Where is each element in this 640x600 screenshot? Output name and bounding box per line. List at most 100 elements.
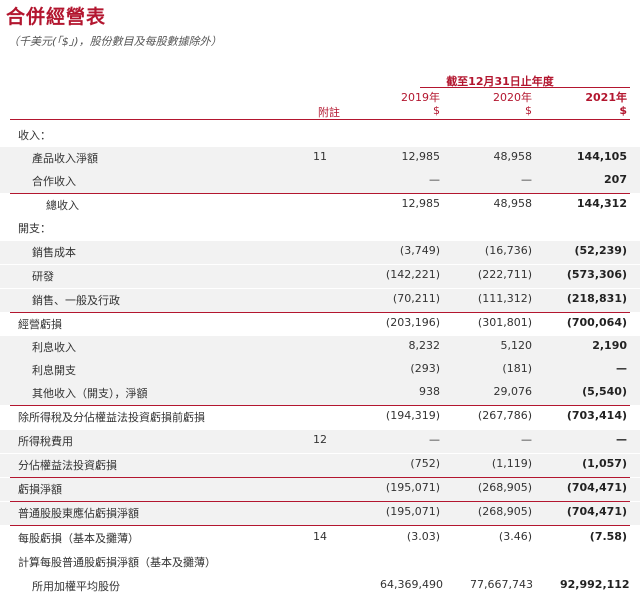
value-2019: (752) [410,457,440,470]
value-2019: 8,232 [408,339,441,352]
table-row: 利息收入 8,232 5,120 2,190 [0,336,640,359]
value-2020: (222,711) [477,268,532,281]
value-2020: (181) [502,362,532,375]
table-row: 計算每股普通股虧損淨額（基本及攤薄） [0,551,640,574]
value-2021: 92,992,112 [560,578,630,591]
row-label: 所用加權平均股份 [32,580,120,593]
period-underline [420,87,630,88]
value-2019: (195,071) [385,505,440,518]
value-2021: (703,414) [566,409,627,422]
value-2021: 2,190 [592,339,627,352]
value-2020: 77,667,743 [470,578,533,591]
value-2021: (218,831) [566,292,627,305]
value-2019: (194,319) [385,409,440,422]
value-2021: (1,057) [582,457,627,470]
value-2019: (70,211) [392,292,440,305]
year-2020-header: 2020年 [493,91,532,104]
table-row: 銷售、一般及行政 (70,211) (111,312) (218,831) [0,289,640,312]
value-2020: (267,786) [477,409,532,422]
row-note: 14 [313,530,327,543]
row-label: 合作收入 [32,175,76,188]
value-2021: (700,064) [566,316,627,329]
value-2019: — [429,173,440,186]
value-2019: 12,985 [401,150,441,163]
row-label: 普通股股東應佔虧損淨額 [18,507,139,520]
value-2021: — [616,433,627,446]
value-2020: (301,801) [477,316,532,329]
row-label: 所得稅費用 [18,435,73,448]
currency-2019: $ [433,104,440,117]
value-2021: (573,306) [566,268,627,281]
value-2021: (704,471) [566,505,627,518]
value-2019: (293) [410,362,440,375]
statement-title: 合併經營表 [6,6,107,28]
table-row: 合作收入 — — 207 [0,170,640,193]
row-label: 虧損淨額 [18,483,62,496]
row-note: 11 [313,150,327,163]
table-row: 其他收入（開支），淨額 938 29,076 (5,540) [0,382,640,405]
row-label: 產品收入淨額 [32,152,98,165]
year-2019-header: 2019年 [401,91,440,104]
value-2019: 64,369,490 [380,578,443,591]
table-row: 產品收入淨額 11 12,985 48,958 144,105 [0,147,640,170]
table-row: 所得稅費用 12 — — — [0,430,640,453]
value-2020: (16,736) [484,244,532,257]
value-2020: (3.46) [498,530,532,543]
table-row: 每股虧損（基本及攤薄） 14 (3.03) (3.46) (7.58) [0,527,640,550]
row-label: 銷售成本 [32,246,76,259]
value-2021: (704,471) [566,481,627,494]
value-2019: (203,196) [385,316,440,329]
value-2021: — [616,362,627,375]
value-2021: (7.58) [589,530,627,543]
value-2020: (1,119) [491,457,532,470]
value-2021: 144,105 [576,150,627,163]
statement-subtitle: （千美元(「$」)，股份數目及每股數據除外） [8,35,222,48]
value-2020: (268,905) [477,505,532,518]
row-label: 利息收入 [32,341,76,354]
row-label: 銷售、一般及行政 [32,294,120,307]
table-row: 虧損淨額 (195,071) (268,905) (704,471) [0,478,640,501]
section-rule [10,525,630,526]
row-note: 12 [313,433,327,446]
row-label: 分佔權益法投資虧損 [18,459,117,472]
table-row: 開支： [0,217,640,240]
table-row: 普通股股東應佔虧損淨額 (195,071) (268,905) (704,471) [0,502,640,525]
note-column-header: 附註 [318,106,340,119]
table-row: 除所得稅及分佔權益法投資虧損前虧損 (194,319) (267,786) (703,… [0,406,640,429]
table-row: 收入： [0,124,640,147]
value-2019: 938 [419,385,440,398]
table-row: 經營虧損 (203,196) (301,801) (700,064) [0,313,640,336]
value-2020: 48,958 [493,197,533,210]
value-2020: — [521,433,532,446]
year-2021-header: 2021年 [585,91,627,104]
currency-2020: $ [525,104,532,117]
row-label: 研發 [32,270,54,283]
row-label: 除所得稅及分佔權益法投資虧損前虧損 [18,411,205,424]
value-2019: (3.03) [406,530,440,543]
table-row: 利息開支 (293) (181) — [0,359,640,382]
table-row: 研發 (142,221) (222,711) (573,306) [0,265,640,288]
value-2020: (268,905) [477,481,532,494]
row-label: 收入： [18,129,51,142]
row-label: 每股虧損（基本及攤薄） [18,532,139,545]
value-2020: 48,958 [493,150,533,163]
value-2019: 12,985 [401,197,441,210]
value-2021: (5,540) [582,385,627,398]
value-2020: 5,120 [500,339,533,352]
header-rule [10,119,630,120]
value-2019: (142,221) [385,268,440,281]
table-row: 銷售成本 (3,749) (16,736) (52,239) [0,241,640,264]
currency-2021: $ [619,104,627,117]
row-label: 利息開支 [32,364,76,377]
value-2021: 144,312 [576,197,627,210]
table-row: 總收入 12,985 48,958 144,312 [0,194,640,217]
value-2020: (111,312) [477,292,532,305]
row-label: 開支： [18,222,51,235]
row-label: 經營虧損 [18,318,62,331]
row-label: 其他收入（開支），淨額 [32,387,148,400]
value-2021: 207 [604,173,627,186]
value-2019: (3,749) [399,244,440,257]
value-2021: (52,239) [574,244,627,257]
value-2019: — [429,433,440,446]
value-2020: 29,076 [493,385,533,398]
